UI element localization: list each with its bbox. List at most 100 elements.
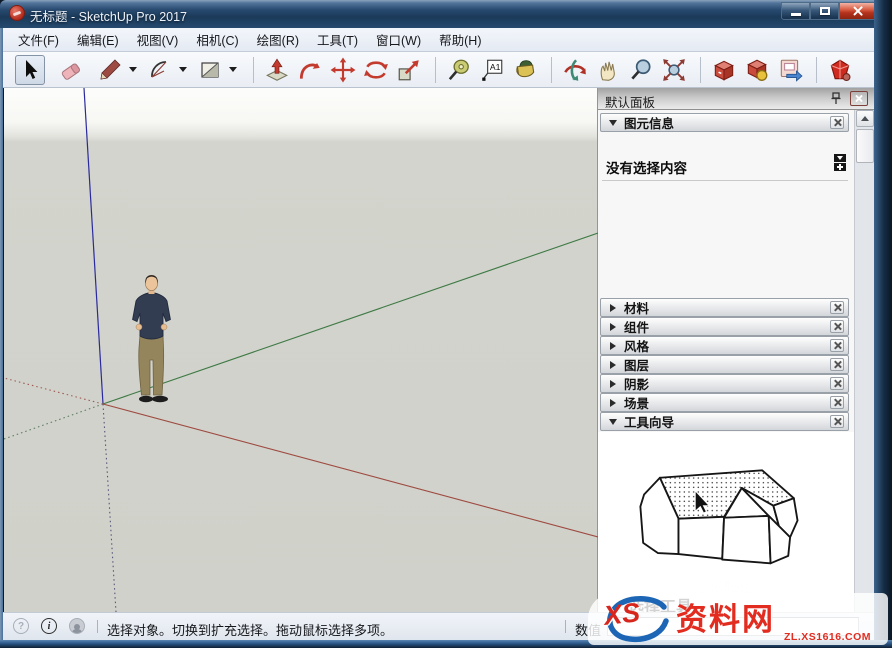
- arc-icon: [148, 58, 172, 82]
- section-shadows[interactable]: 阴影: [600, 374, 849, 393]
- chevron-down-icon: [609, 419, 617, 425]
- menu-edit[interactable]: 编辑(E): [68, 28, 128, 51]
- close-icon: [834, 342, 841, 349]
- model-viewport[interactable]: [4, 88, 598, 612]
- line-tool-button[interactable]: [95, 55, 125, 85]
- plus-icon: [837, 164, 843, 170]
- menu-bar: 文件(F) 编辑(E) 视图(V) 相机(C) 绘图(R) 工具(T) 窗口(W…: [3, 28, 874, 52]
- zoom-tool-button[interactable]: [626, 55, 656, 85]
- text-tool-button[interactable]: A1: [477, 55, 507, 85]
- rectangle-tool-button[interactable]: [195, 55, 225, 85]
- menu-help[interactable]: 帮助(H): [430, 28, 490, 51]
- section-instructor[interactable]: 工具向导: [600, 412, 849, 431]
- toolbar-separator: [253, 57, 254, 83]
- chevron-right-icon: [610, 399, 616, 407]
- close-icon: [834, 304, 841, 311]
- menu-window[interactable]: 窗口(W): [367, 28, 430, 51]
- section-close-button[interactable]: [830, 320, 844, 333]
- zoom-extents-tool-button[interactable]: [659, 55, 689, 85]
- pencil-icon: [98, 58, 122, 82]
- section-close-button[interactable]: [830, 377, 844, 390]
- tray-close-button[interactable]: [850, 91, 868, 106]
- entity-info-header[interactable]: 图元信息: [600, 113, 849, 132]
- follow-me-icon: [297, 57, 323, 83]
- svg-text:A1: A1: [490, 62, 501, 72]
- entity-info-close-button[interactable]: [830, 116, 844, 129]
- close-icon: [853, 6, 863, 16]
- arc-tool-dropdown[interactable]: [179, 67, 187, 72]
- eraser-tool-button[interactable]: [56, 55, 86, 85]
- follow-me-tool-button[interactable]: [295, 55, 325, 85]
- geolocation-status-icon[interactable]: ?: [13, 618, 29, 634]
- close-icon: [856, 95, 863, 102]
- move-tool-button[interactable]: [328, 55, 358, 85]
- menu-tools[interactable]: 工具(T): [308, 28, 367, 51]
- section-components[interactable]: 组件: [600, 317, 849, 336]
- scrollbar-up-button[interactable]: [856, 110, 874, 127]
- send-to-layout-button[interactable]: [775, 55, 805, 85]
- section-close-button[interactable]: [830, 301, 844, 314]
- toolbar-separator: [816, 57, 817, 83]
- scrollbar-thumb[interactable]: [856, 129, 874, 163]
- minimize-button[interactable]: [781, 2, 810, 20]
- sketchup-logo-icon: [9, 5, 25, 21]
- 3d-warehouse-button[interactable]: [709, 55, 739, 85]
- section-scenes[interactable]: 场景: [600, 393, 849, 412]
- tape-measure-tool-button[interactable]: [444, 55, 474, 85]
- section-label: 风格: [624, 336, 649, 355]
- scale-tool-button[interactable]: [394, 55, 424, 85]
- section-layers[interactable]: 图层: [600, 355, 849, 374]
- section-close-button[interactable]: [830, 358, 844, 371]
- menu-draw[interactable]: 绘图(R): [248, 28, 308, 51]
- menu-camera[interactable]: 相机(C): [187, 28, 247, 51]
- credits-info-icon[interactable]: i: [41, 618, 57, 634]
- rotate-tool-button[interactable]: [361, 55, 391, 85]
- share-model-button[interactable]: [742, 55, 772, 85]
- drawing-axes: [4, 88, 598, 612]
- maximize-icon: [820, 7, 830, 15]
- pan-hand-icon: [595, 57, 621, 83]
- section-close-button[interactable]: [830, 396, 844, 409]
- sign-in-avatar-icon[interactable]: [69, 618, 85, 634]
- panel-scrollbar[interactable]: [854, 110, 874, 612]
- rectangle-tool-dropdown[interactable]: [229, 67, 237, 72]
- extension-warehouse-button[interactable]: [825, 55, 855, 85]
- entity-info-label: 图元信息: [624, 113, 674, 132]
- text-icon: A1: [479, 57, 505, 83]
- push-pull-tool-button[interactable]: [262, 55, 292, 85]
- section-label: 材料: [624, 298, 649, 317]
- select-tool-button[interactable]: [15, 55, 45, 85]
- eraser-icon: [59, 58, 83, 82]
- toolbar-separator: [551, 57, 552, 83]
- tray-title-bar[interactable]: 默认面板: [598, 88, 874, 110]
- menu-view[interactable]: 视图(V): [128, 28, 188, 51]
- entity-info-details-toggle[interactable]: [834, 154, 846, 171]
- default-tray-panel: 默认面板 图元信息 没有选择内容 材料 组件: [598, 88, 874, 612]
- maximize-button[interactable]: [810, 2, 839, 20]
- push-pull-icon: [264, 57, 290, 83]
- section-close-button[interactable]: [830, 339, 844, 352]
- paint-bucket-tool-button[interactable]: [510, 55, 540, 85]
- chevron-down-icon: [837, 156, 843, 160]
- window-title: 无标题 - SketchUp Pro 2017: [30, 6, 187, 25]
- section-close-button[interactable]: [830, 415, 844, 428]
- divider: [565, 620, 566, 633]
- divider: [602, 180, 848, 181]
- arc-tool-button[interactable]: [145, 55, 175, 85]
- close-button[interactable]: [839, 2, 877, 20]
- pin-icon[interactable]: [830, 92, 842, 105]
- section-materials[interactable]: 材料: [600, 298, 849, 317]
- watermark-name: 资料网: [676, 594, 775, 639]
- scale-icon: [396, 57, 422, 83]
- line-tool-dropdown[interactable]: [129, 67, 137, 72]
- close-icon: [834, 323, 841, 330]
- share-model-icon: [744, 57, 770, 83]
- tray-title: 默认面板: [605, 92, 655, 111]
- instructor-house-illustration: [632, 462, 818, 580]
- menu-file[interactable]: 文件(F): [9, 28, 68, 51]
- close-icon: [834, 361, 841, 368]
- pan-tool-button[interactable]: [593, 55, 623, 85]
- chevron-down-icon: [609, 120, 617, 126]
- orbit-tool-button[interactable]: [560, 55, 590, 85]
- section-styles[interactable]: 风格: [600, 336, 849, 355]
